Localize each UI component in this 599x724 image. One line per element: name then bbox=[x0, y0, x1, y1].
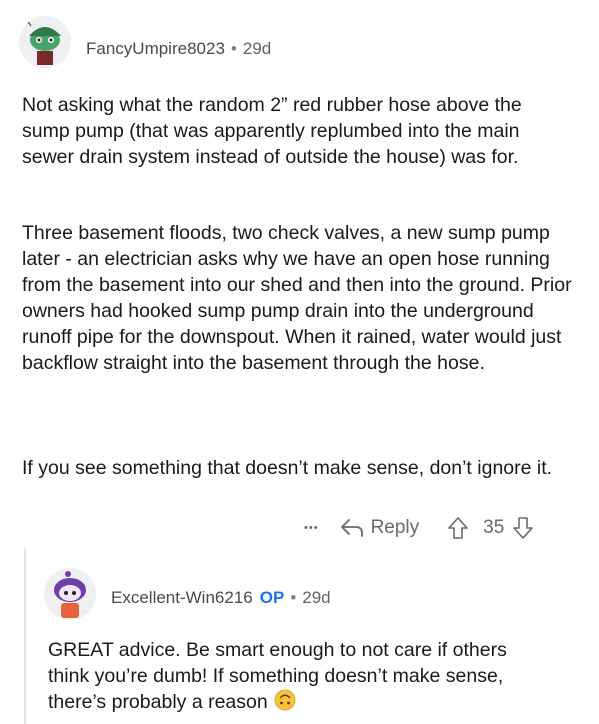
snoo-avatar-green-hat-icon bbox=[19, 16, 71, 68]
comment-meta: FancyUmpire8023 • 29d bbox=[86, 39, 271, 59]
reply-label: Reply bbox=[370, 517, 420, 538]
downvote-button[interactable] bbox=[512, 516, 534, 540]
username[interactable]: FancyUmpire8023 bbox=[86, 39, 225, 59]
reply-button[interactable]: Reply bbox=[339, 517, 420, 539]
upvote-button[interactable] bbox=[447, 516, 469, 540]
vote-count: 35 bbox=[483, 517, 505, 538]
comment-2: Excellent-Win6216 OP • 29d GREAT advice.… bbox=[0, 548, 599, 724]
snoo-avatar-purple-hair-icon bbox=[44, 568, 96, 620]
upvote-arrow-icon bbox=[448, 517, 468, 539]
comment-paragraph-1: Not asking what the random 2” red rubber… bbox=[22, 94, 522, 168]
user-avatar[interactable] bbox=[44, 568, 96, 620]
comment-paragraph-3: If you see something that doesn’t make s… bbox=[22, 457, 553, 479]
comment-actions: ••• Reply 35 bbox=[304, 516, 534, 540]
user-avatar[interactable] bbox=[19, 16, 71, 68]
comment-meta: Excellent-Win6216 OP • 29d bbox=[111, 588, 331, 608]
comment-1: FancyUmpire8023 • 29d Not asking what th… bbox=[0, 0, 599, 548]
comment-age: 29d bbox=[302, 588, 331, 607]
op-badge: OP bbox=[259, 588, 285, 607]
meta-separator: • bbox=[290, 588, 297, 607]
username[interactable]: Excellent-Win6216 bbox=[111, 588, 253, 608]
comment-paragraph-2: Three basement floods, two check valves,… bbox=[22, 222, 572, 374]
more-options-button[interactable]: ••• bbox=[304, 522, 319, 534]
reply-arrow-icon bbox=[340, 519, 363, 537]
meta-separator: • bbox=[230, 39, 237, 58]
downvote-arrow-icon bbox=[513, 517, 534, 539]
upside-down-face-emoji bbox=[274, 689, 296, 718]
comment-age: 29d bbox=[242, 39, 272, 58]
comment-body: GREAT advice. Be smart enough to not car… bbox=[48, 637, 548, 718]
